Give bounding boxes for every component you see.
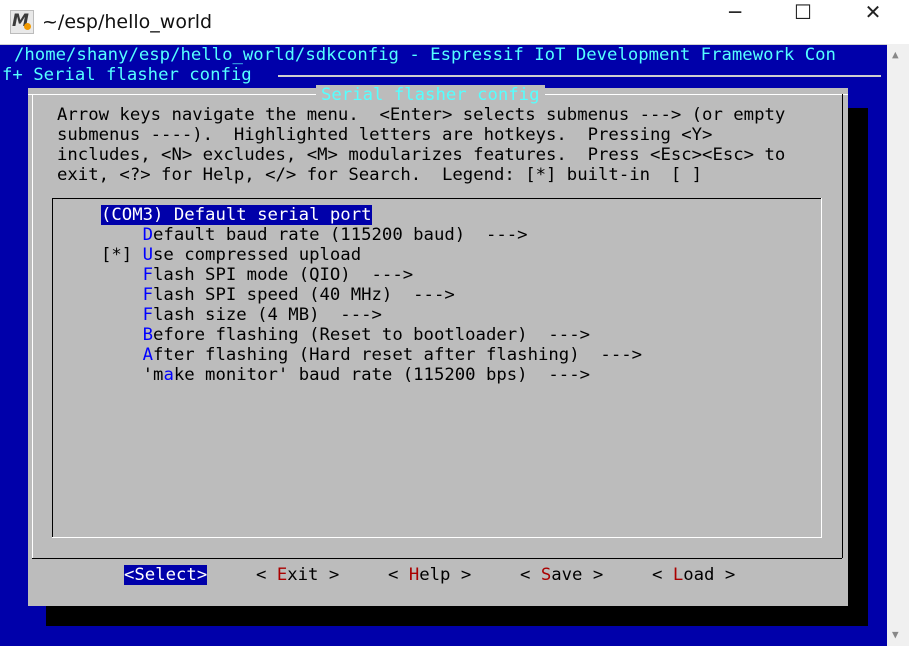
scroll-up-icon[interactable]: ▲: [892, 48, 899, 61]
button-bracket: <: [388, 565, 409, 585]
dialog-border-right: [842, 94, 843, 558]
menu-box-border-bottom: [52, 537, 822, 538]
menu-item-flash-spi-speed[interactable]: Flash SPI speed (40 MHz) --->: [101, 285, 455, 305]
header-rule: [278, 75, 881, 77]
menu-item-hotkey: a: [163, 365, 174, 385]
button-hotkey: S: [540, 565, 552, 585]
menu-item-label: se compressed upload: [153, 245, 362, 265]
menu-box-border-top: [52, 198, 822, 199]
menu-item-prefix: [101, 305, 143, 325]
menu-item-flash-size[interactable]: Flash size (4 MB) --->: [101, 305, 382, 325]
dialog-border-left: [32, 94, 33, 558]
menu-item-label: efore flashing (Reset to bootloader) ---…: [153, 325, 591, 345]
help-line-4: exit, <?> for Help, </> for Search. Lege…: [57, 165, 703, 185]
minimize-button[interactable]: ─: [712, 0, 758, 44]
button-label: ave >: [551, 565, 604, 585]
menu-item-make-monitor-baud-rate[interactable]: 'make monitor' baud rate (115200 bps) --…: [101, 365, 590, 385]
window-title: ~/esp/hello_world: [42, 11, 213, 33]
window-titlebar: M ~/esp/hello_world ─ ☐ ✕: [0, 0, 909, 45]
menu-item-hotkey: A: [142, 345, 154, 365]
select-button[interactable]: <Select>: [124, 565, 208, 585]
menu-box-border-left: [52, 198, 53, 538]
help-line-3: includes, <N> excludes, <M> modularizes …: [57, 145, 786, 165]
exit-button[interactable]: < Exit >: [256, 565, 339, 585]
minimize-icon: ─: [728, 0, 742, 24]
menu-item-prefix: [101, 225, 143, 245]
menu-item-hotkey: B: [142, 325, 154, 345]
menu-item-hotkey: F: [142, 265, 154, 285]
menu-item-prefix: [101, 265, 143, 285]
menu-item-hotkey: F: [142, 305, 154, 325]
dialog-shadow-bottom: [46, 606, 868, 626]
menu-item-label: lash SPI speed (40 MHz) --->: [153, 285, 455, 305]
button-hotkey: L: [672, 565, 684, 585]
menu-item-default-baud-rate[interactable]: Default baud rate (115200 baud) --->: [101, 225, 528, 245]
menu-item-label: ke monitor' baud rate (115200 bps) --->: [173, 365, 591, 385]
dialog-shadow-right: [848, 108, 868, 618]
maximize-button[interactable]: ☐: [780, 0, 826, 44]
scroll-down-icon[interactable]: ▼: [892, 628, 899, 641]
button-bracket: <: [652, 565, 673, 585]
dialog-title: Serial flasher config: [316, 85, 545, 105]
menu-box-border-right: [821, 198, 822, 538]
maximize-icon: ☐: [794, 0, 812, 24]
dialog-separator: [32, 558, 842, 559]
menu-item-flash-spi-mode[interactable]: Flash SPI mode (QIO) --->: [101, 265, 414, 285]
button-bracket: <: [256, 565, 277, 585]
close-button[interactable]: ✕: [850, 0, 896, 44]
menu-item-label: lash SPI mode (QIO) --->: [153, 265, 414, 285]
menu-item-label: lash size (4 MB) --->: [153, 305, 382, 325]
menu-item-label: fter flashing (Hard reset after flashing…: [153, 345, 643, 365]
menu-item-default-serial-port[interactable]: (COM3) Default serial port: [101, 205, 372, 225]
button-label: elp >: [419, 565, 472, 585]
close-icon: ✕: [864, 0, 882, 24]
terminal-app-icon: M: [10, 10, 34, 34]
menu-item-prefix: [101, 325, 143, 345]
help-button[interactable]: < Help >: [388, 565, 471, 585]
menu-item-prefix: [101, 365, 143, 385]
menu-item-hotkey: U: [142, 245, 154, 265]
load-button[interactable]: < Load >: [652, 565, 735, 585]
menu-item-use-compressed-upload[interactable]: [*] Use compressed upload: [101, 245, 361, 265]
terminal-scrollbar[interactable]: ▲ ▼: [887, 44, 909, 646]
help-line-2: submenus ----). Highlighted letters are …: [57, 125, 713, 145]
menu-item-before-flashing[interactable]: Before flashing (Reset to bootloader) --…: [101, 325, 590, 345]
menu-item-label: efault baud rate (115200 baud) --->: [153, 225, 528, 245]
button-label: xit >: [287, 565, 340, 585]
breadcrumb: f+ Serial flasher config: [2, 65, 263, 85]
menu-item-prefix: [101, 285, 143, 305]
button-bracket: <: [520, 565, 541, 585]
button-label: oad >: [683, 565, 736, 585]
config-path-line: /home/shany/esp/hello_world/sdkconfig - …: [14, 45, 836, 65]
menu-item-pre-hotkey: 'm: [142, 365, 164, 385]
button-hotkey: H: [408, 565, 420, 585]
menu-item-prefix: [101, 345, 143, 365]
save-button[interactable]: < Save >: [520, 565, 603, 585]
menu-item-hotkey: D: [142, 225, 154, 245]
checkbox-built-in[interactable]: [*]: [101, 245, 143, 265]
menu-item-after-flashing[interactable]: After flashing (Hard reset after flashin…: [101, 345, 642, 365]
help-line-1: Arrow keys navigate the menu. <Enter> se…: [57, 105, 786, 125]
menu-item-hotkey: F: [142, 285, 154, 305]
button-hotkey: E: [276, 565, 288, 585]
